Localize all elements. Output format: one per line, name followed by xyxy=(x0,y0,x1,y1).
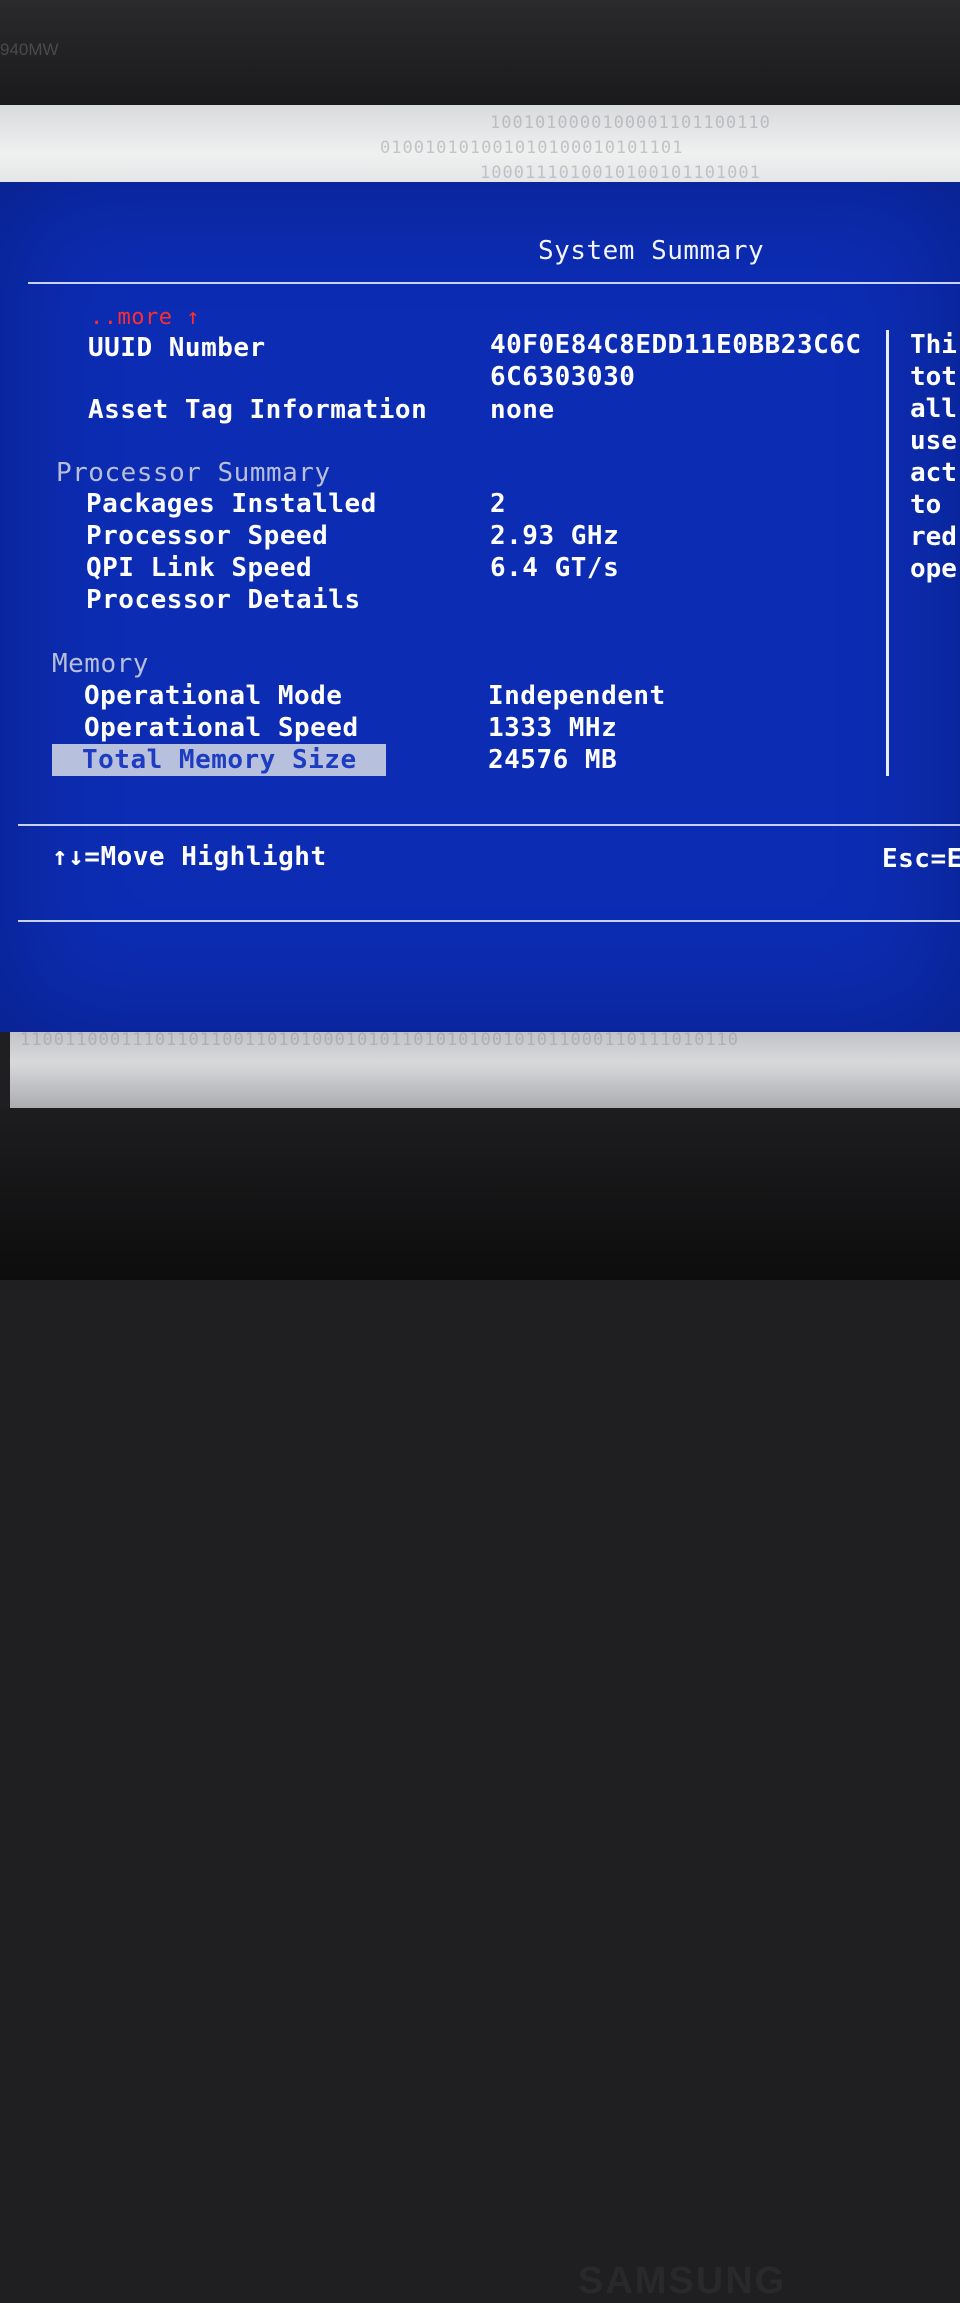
help-text-line: all xyxy=(910,394,957,424)
monitor-model-label: 940MW xyxy=(0,40,59,59)
qpi-link-speed-label: QPI Link Speed xyxy=(86,553,313,583)
edge-binary-text: 010010101001010100010101101 xyxy=(380,138,684,158)
operational-mode-label: Operational Mode xyxy=(84,681,343,711)
processor-speed-label: Processor Speed xyxy=(86,521,329,551)
footer-divider-bottom xyxy=(18,920,960,922)
processor-summary-heading: Processor Summary xyxy=(56,458,331,488)
footer-divider-top xyxy=(18,824,960,826)
help-text-line: use xyxy=(910,426,957,456)
uuid-label: UUID Number xyxy=(88,333,266,363)
help-text-line: to xyxy=(910,490,942,520)
operational-speed-value: 1333 MHz xyxy=(488,713,618,743)
monitor-top-bezel: 940MW xyxy=(0,0,960,105)
esc-key-hint: Esc=E xyxy=(882,844,960,874)
edge-binary-text: 1000111010010100101101001 xyxy=(480,163,761,183)
header-divider xyxy=(28,282,960,284)
memory-heading: Memory xyxy=(52,649,149,679)
help-text-line: Thi xyxy=(910,330,957,360)
help-text-line: act xyxy=(910,458,957,488)
asset-tag-label[interactable]: Asset Tag Information xyxy=(88,394,427,426)
processor-speed-value: 2.93 GHz xyxy=(490,521,620,551)
monitor-top-edge: 1001010000100001101100110 01001010100101… xyxy=(0,105,960,185)
uuid-value: 40F0E84C8EDD11E0BB23C6C xyxy=(490,330,862,360)
qpi-link-speed-value: 6.4 GT/s xyxy=(490,553,620,583)
monitor-bottom-edge: 1100110001110110110011010100010101101010… xyxy=(10,1030,960,1110)
edge-binary-text: 1001010000100001101100110 xyxy=(490,113,771,133)
help-text-line: ope xyxy=(910,554,957,584)
packages-installed-label: Packages Installed xyxy=(86,489,377,519)
help-panel-divider xyxy=(886,330,889,776)
processor-details-item[interactable]: Processor Details xyxy=(86,584,361,616)
monitor-bottom-bezel: SAMSUNG xyxy=(0,1108,960,2302)
asset-tag-value: none xyxy=(490,395,555,425)
page-title: System Summary xyxy=(538,236,765,266)
more-up-indicator[interactable]: ..more ↑ xyxy=(90,302,200,334)
operational-mode-value: Independent xyxy=(488,681,666,711)
operational-speed-label: Operational Speed xyxy=(84,713,359,743)
help-text-line: red xyxy=(910,522,957,552)
edge-binary-text: 1100110001110110110011010100010101101010… xyxy=(20,1030,740,1050)
help-text-line: tot xyxy=(910,362,957,392)
uuid-value-continued: 6C6303030 xyxy=(490,362,636,392)
bios-screen: System Summary ..more ↑ UUID Number 40F0… xyxy=(0,182,960,1032)
total-memory-size-item-selected[interactable]: Total Memory Size xyxy=(52,744,386,776)
total-memory-size-value: 24576 MB xyxy=(488,745,618,775)
move-highlight-hint: ↑↓=Move Highlight xyxy=(52,842,327,872)
samsung-logo: SAMSUNG xyxy=(578,2260,787,2302)
packages-installed-value: 2 xyxy=(490,489,507,519)
